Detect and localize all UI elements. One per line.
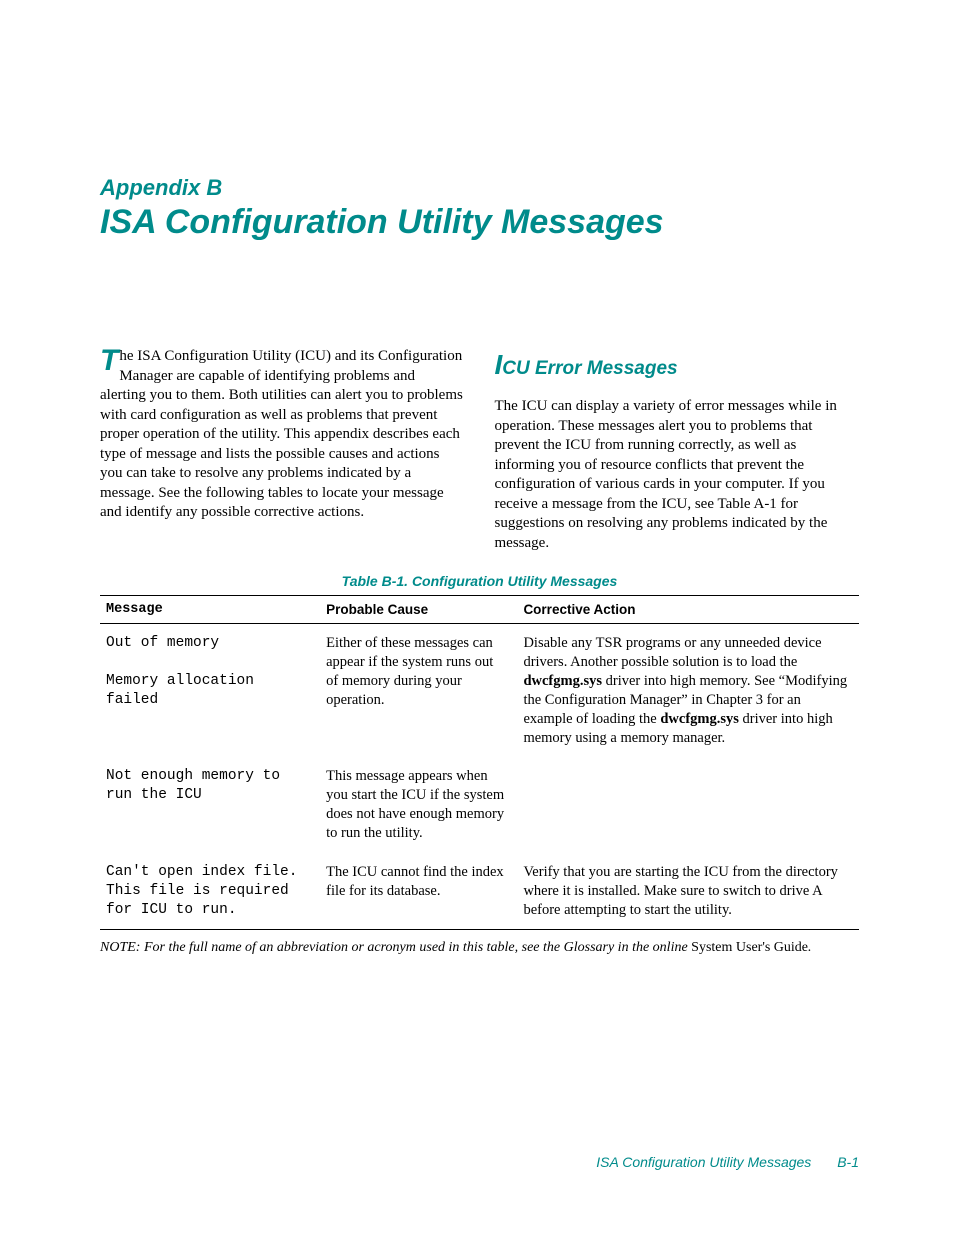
- header-message: Message: [100, 596, 320, 624]
- cell-message: Out of memory Memory allocation failed: [100, 624, 320, 758]
- table-header-row: Message Probable Cause Corrective Action: [100, 596, 859, 624]
- cell-cause: The ICU cannot find the index file for i…: [320, 853, 517, 930]
- cell-cause: Either of these messages can appear if t…: [320, 624, 517, 758]
- table-note: NOTE: For the full name of an abbreviati…: [100, 940, 859, 956]
- section-body: The ICU can display a variety of error m…: [495, 397, 860, 553]
- table-row: Can't open index file. This file is requ…: [100, 853, 859, 930]
- intro-right-column: ICU Error Messages The ICU can display a…: [495, 347, 860, 553]
- main-title: ISA Configuration Utility Messages: [100, 203, 859, 242]
- header-cause: Probable Cause: [320, 596, 517, 624]
- cell-action: Verify that you are starting the ICU fro…: [517, 853, 859, 930]
- table-row: Not enough memory to run the ICU This me…: [100, 757, 859, 852]
- footer-title: ISA Configuration Utility Messages: [596, 1154, 811, 1170]
- section-heading: ICU Error Messages: [495, 347, 860, 383]
- intro-columns: The ISA Configuration Utility (ICU) and …: [100, 347, 859, 553]
- table-title: Table B-1. Configuration Utility Message…: [100, 573, 859, 589]
- cell-message: Not enough memory to run the ICU: [100, 757, 320, 852]
- messages-table: Message Probable Cause Corrective Action…: [100, 595, 859, 930]
- cell-message: Can't open index file. This file is requ…: [100, 853, 320, 930]
- appendix-label: Appendix B: [100, 175, 859, 201]
- note-prefix: NOTE: For the full name of an abbreviati…: [100, 940, 691, 955]
- intro-paragraph: The ISA Configuration Utility (ICU) and …: [100, 347, 465, 523]
- page-footer: ISA Configuration Utility Messages B-1: [596, 1154, 859, 1170]
- note-guide-title: System User's Guide: [691, 940, 808, 955]
- note-suffix: .: [808, 940, 812, 955]
- cell-action: [517, 757, 859, 852]
- intro-left-column: The ISA Configuration Utility (ICU) and …: [100, 347, 465, 553]
- intro-dropcap: T: [100, 347, 118, 374]
- section-heading-rest: CU Error Messages: [502, 358, 677, 379]
- cell-cause: This message appears when you start the …: [320, 757, 517, 852]
- intro-body-text: he ISA Configuration Utility (ICU) and i…: [100, 348, 463, 520]
- header-action: Corrective Action: [517, 596, 859, 624]
- footer-page-number: B-1: [837, 1154, 859, 1170]
- cell-action: Disable any TSR programs or any unneeded…: [517, 624, 859, 758]
- table-row: Out of memory Memory allocation failed E…: [100, 624, 859, 758]
- page-container: Appendix B ISA Configuration Utility Mes…: [0, 0, 954, 1235]
